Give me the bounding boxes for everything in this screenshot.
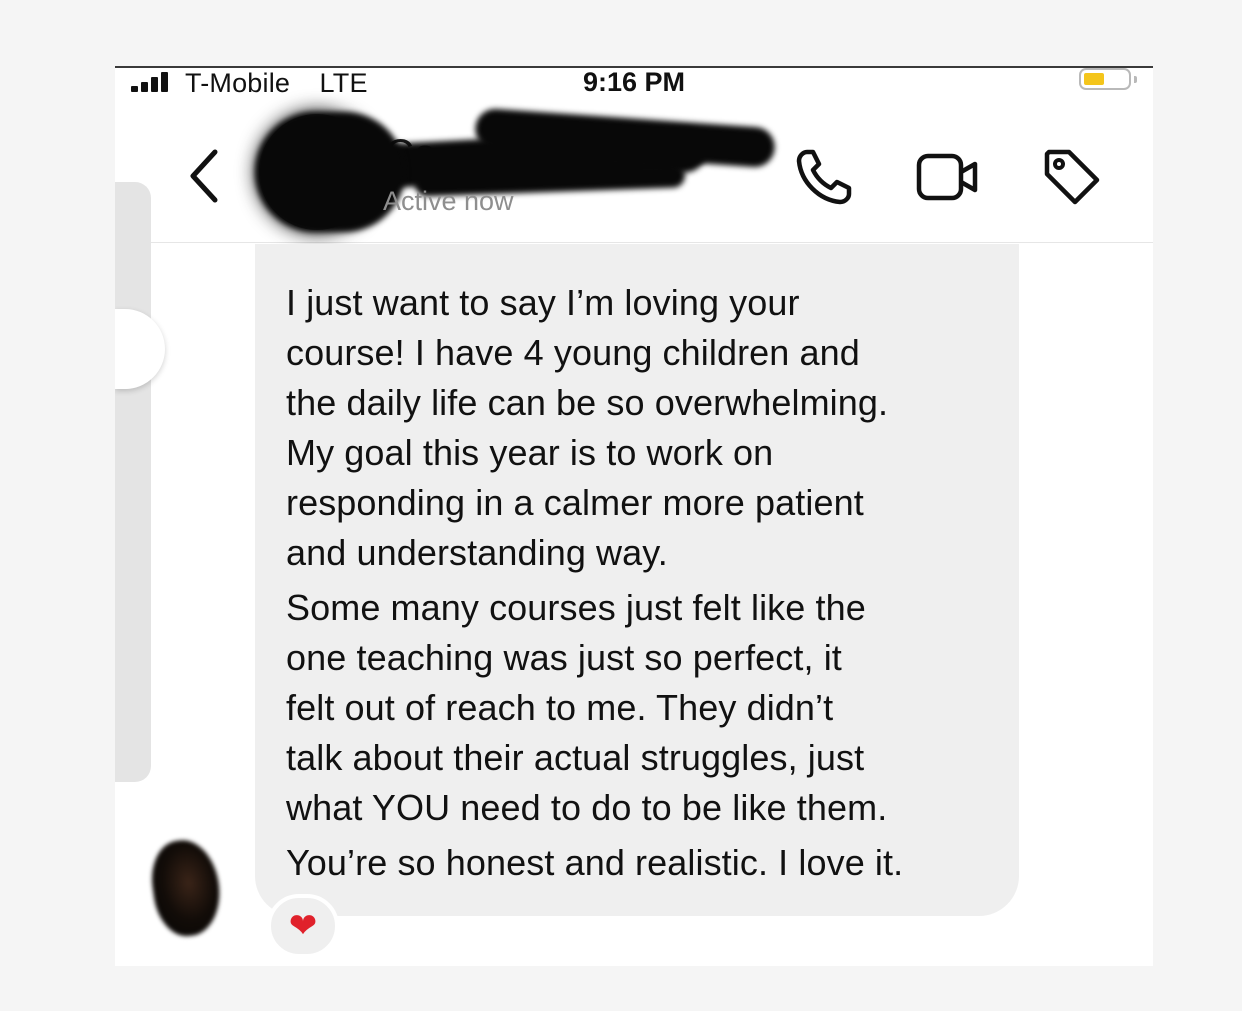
side-panel-handle[interactable] [115,309,165,389]
phone-icon [796,149,852,205]
message-line: what YOU need to do to be like them. [286,787,888,828]
message-line: responding in a calmer more patient [286,482,864,523]
back-chevron-icon [190,149,218,203]
phone-screen: T-Mobile LTE 9:16 PM Co…ssey Active now [115,66,1153,966]
heart-icon: ❤ [288,907,318,945]
message-line: I just want to say I’m loving your [286,282,800,323]
chat-header: Co…ssey Active now [115,98,1153,243]
call-button[interactable] [793,146,855,208]
message-line: You’re so honest and realistic. I love i… [286,842,904,883]
message-line: talk about their actual struggles, just [286,737,865,778]
message-line: My goal this year is to work on [286,432,774,473]
battery-icon [1079,68,1131,90]
message-line: felt out of reach to me. They didn’t [286,687,834,728]
sender-avatar[interactable] [146,835,226,941]
message-line: course! I have 4 young children and [286,332,860,373]
battery-nub [1134,76,1137,83]
back-button[interactable] [185,146,225,206]
video-call-button[interactable] [915,146,978,208]
message-bubble[interactable]: I just want to say I’m loving your cours… [255,244,1019,916]
video-camera-icon [916,153,978,201]
message-line: and understanding way. [286,532,668,573]
message-line: one teaching was just so perfect, it [286,637,842,678]
side-panel [115,182,151,782]
status-time: 9:16 PM [582,67,686,97]
status-bar: T-Mobile LTE 9:16 PM [115,68,1153,98]
active-status: Active now [383,186,514,216]
tag-icon [1044,149,1100,205]
message-line: Some many courses just felt like the [286,587,866,628]
tag-button[interactable] [1041,146,1103,208]
heart-reaction[interactable]: ❤ [267,894,339,958]
message-line: the daily life can be so overwhelming. [286,382,889,423]
